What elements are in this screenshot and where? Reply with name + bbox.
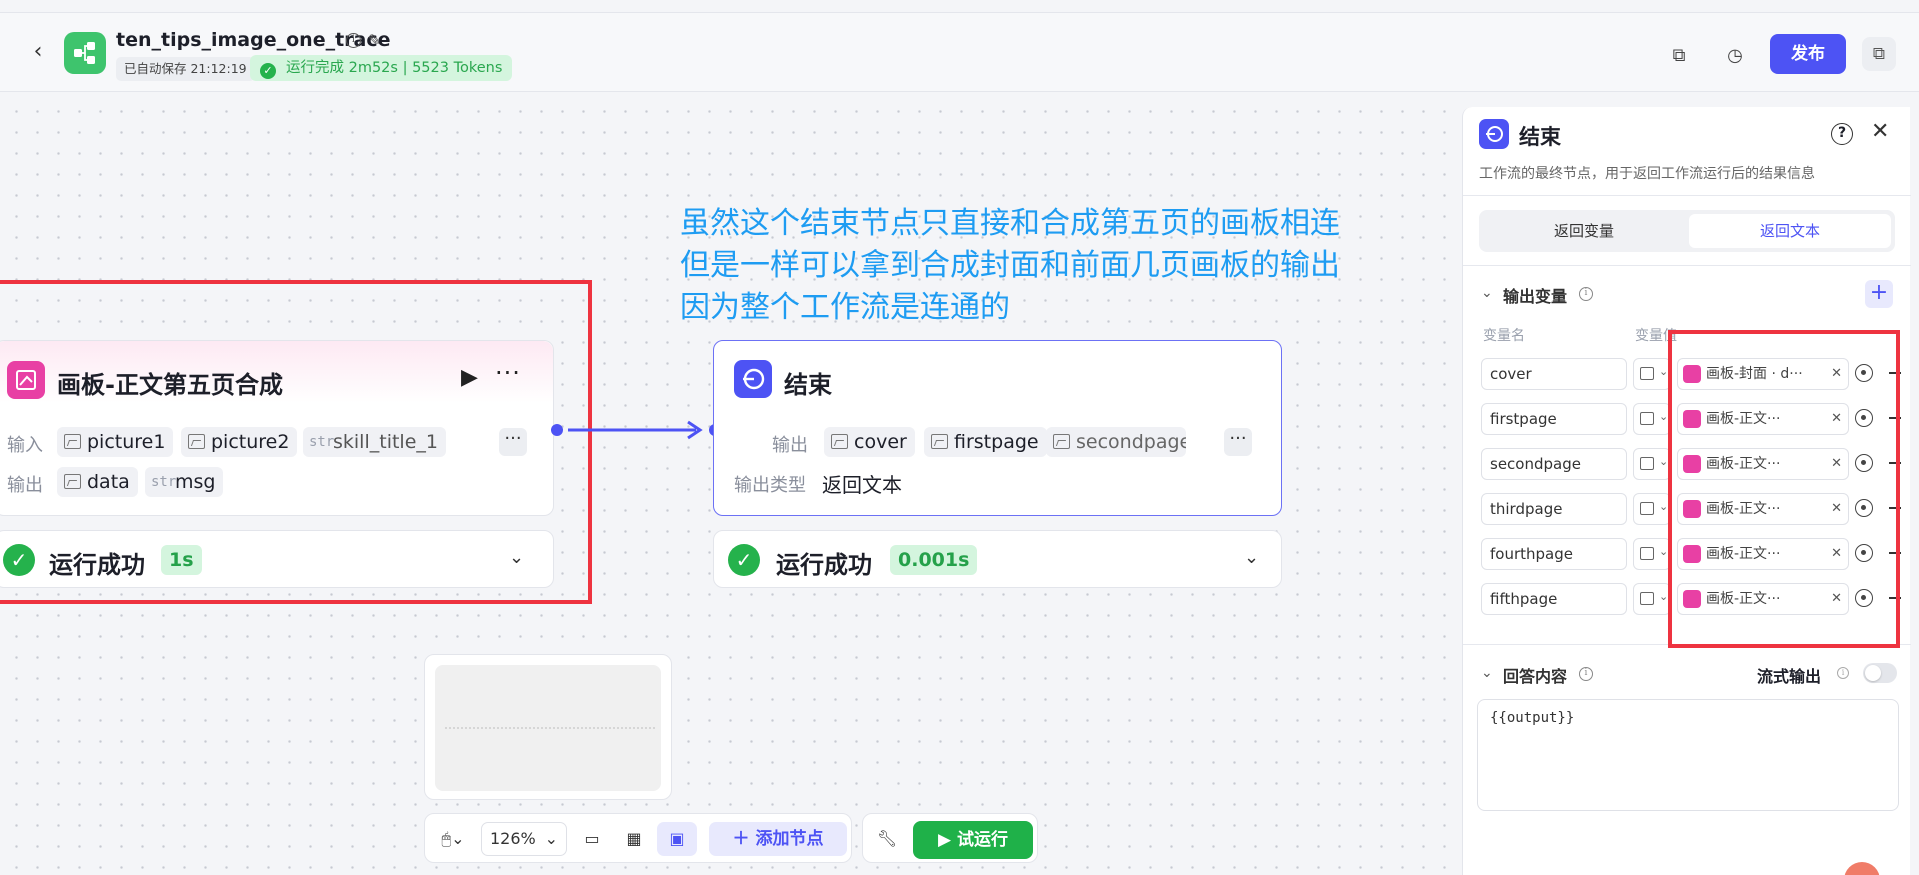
variable-name-input[interactable]: firstpage	[1481, 403, 1627, 435]
tab-return-text[interactable]: 返回文本	[1689, 214, 1891, 248]
output-type-value: 返回文本	[822, 473, 902, 497]
end-node[interactable]: 结束 输出 cover firstpage secondpage ··· 输出类…	[713, 340, 1282, 516]
end-node-icon	[734, 360, 772, 398]
chevron-down-icon[interactable]: ⌄	[1481, 665, 1493, 681]
chevron-down-icon[interactable]: ⌄	[1244, 547, 1262, 568]
zoom-select[interactable]: 126% ⌄	[481, 822, 567, 856]
check-icon: ✓	[260, 63, 276, 79]
wrench-icon[interactable]: 🔧︎	[871, 822, 903, 856]
output-chip: cover	[824, 427, 915, 457]
chevron-down-icon: ⌄	[1659, 365, 1669, 378]
node-connector	[551, 420, 718, 440]
chevron-down-icon: ⌄	[1659, 590, 1669, 603]
image-icon	[1640, 547, 1654, 560]
back-arrow-icon[interactable]: ‹	[26, 41, 50, 65]
info-icon[interactable]: i	[346, 33, 361, 48]
image-icon	[1640, 502, 1654, 515]
comment-icon[interactable]: ▭	[577, 822, 607, 856]
layout-icon[interactable]: ⧉	[1862, 37, 1896, 71]
run-status-badge[interactable]: ✓ 运行完成 2m52s | 5523 Tokens	[250, 55, 513, 81]
mouse-mode-icon[interactable]: 🖱︎⌄	[435, 822, 471, 856]
more-outputs-icon[interactable]: ···	[1224, 428, 1252, 456]
variable-type-select[interactable]: ⌄	[1633, 448, 1671, 480]
output-chip: firstpage	[924, 427, 1047, 457]
publish-button[interactable]: 发布	[1770, 34, 1846, 74]
annotation-text: 虽然这个结束节点只直接和合成第五页的画板相连 但是一样可以拿到合成封面和前面几页…	[680, 206, 1340, 325]
chevron-down-icon: ⌄	[544, 829, 558, 848]
variable-type-select[interactable]: ⌄	[1633, 358, 1671, 390]
return-mode-tabs: 返回变量 返回文本	[1479, 210, 1895, 252]
output-label: 输出	[772, 435, 808, 456]
end-node-title: 结束	[784, 371, 832, 399]
image-icon	[1053, 434, 1070, 449]
run-toolbar: 🔧︎ ▶ 试运行	[862, 813, 1038, 863]
variable-name-input[interactable]: thirdpage	[1481, 493, 1627, 525]
copy-icon[interactable]: ⧉	[1668, 45, 1690, 67]
variable-name-input[interactable]: secondpage	[1481, 448, 1627, 480]
end-node-icon	[1479, 119, 1509, 149]
variable-type-select[interactable]: ⌄	[1633, 583, 1671, 615]
history-icon[interactable]: ◷	[1724, 45, 1746, 67]
variable-name-input[interactable]: fifthpage	[1481, 583, 1627, 615]
close-icon[interactable]: ✕	[1871, 119, 1889, 144]
variable-name-input[interactable]: cover	[1481, 358, 1627, 390]
image-icon	[931, 434, 948, 449]
image-icon	[1640, 457, 1654, 470]
run-status-text: 运行完成 2m52s | 5523 Tokens	[286, 60, 503, 76]
image-icon	[1640, 592, 1654, 605]
edit-icon[interactable]: ✎	[368, 31, 381, 49]
highlight-box-left	[0, 280, 592, 604]
chevron-down-icon[interactable]: ⌄	[1481, 285, 1493, 301]
variable-name-input[interactable]: fourthpage	[1481, 538, 1627, 570]
tab-return-variables[interactable]: 返回变量	[1483, 214, 1685, 248]
canvas-toolbar: 🖱︎⌄ 126% ⌄ ▭ ▦ ▣ ＋ 添加节点	[424, 813, 852, 863]
highlight-box-right	[1668, 330, 1900, 648]
success-check-icon: ✓	[728, 544, 760, 576]
help-icon[interactable]: ?	[1831, 123, 1853, 145]
top-bar: ‹ ten_tips_image_one_trace i ✎ 已自动保存 21:…	[0, 12, 1919, 92]
workflow-app-icon	[64, 32, 106, 74]
panel-description: 工作流的最终节点，用于返回工作流运行后的结果信息	[1479, 166, 1815, 182]
panel-title: 结束	[1519, 125, 1561, 149]
grid-layout-icon[interactable]: ▦	[619, 822, 649, 856]
duration-badge: 0.001s	[890, 545, 978, 575]
info-icon[interactable]: i	[1837, 667, 1849, 679]
autosave-badge: 已自动保存 21:12:19	[116, 57, 255, 81]
output-chip: secondpage	[1046, 427, 1186, 457]
stream-output-toggle[interactable]	[1863, 663, 1897, 683]
answer-content-editor[interactable]: {{output}}	[1477, 699, 1899, 811]
add-node-button[interactable]: ＋ 添加节点	[709, 822, 847, 856]
minimap-toggle-icon[interactable]: ▣	[657, 822, 697, 856]
chevron-down-icon: ⌄	[1659, 455, 1669, 468]
chevron-down-icon: ⌄	[1659, 500, 1669, 513]
image-icon	[1640, 367, 1654, 380]
image-icon	[831, 434, 848, 449]
chevron-down-icon: ⌄	[1659, 545, 1669, 558]
stream-output-label: 流式输出	[1757, 667, 1822, 686]
end-run-status[interactable]: ✓ 运行成功 0.001s ⌄	[713, 530, 1282, 588]
variable-type-select[interactable]: ⌄	[1633, 538, 1671, 570]
answer-content-title: 回答内容	[1503, 667, 1568, 686]
variable-type-select[interactable]: ⌄	[1633, 403, 1671, 435]
variable-type-select[interactable]: ⌄	[1633, 493, 1671, 525]
chevron-down-icon: ⌄	[1659, 410, 1669, 423]
output-type-label: 输出类型	[734, 475, 806, 496]
status-text: 运行成功	[776, 551, 872, 579]
info-icon[interactable]: i	[1579, 667, 1593, 681]
minimap[interactable]	[424, 654, 672, 800]
col-header-name: 变量名	[1483, 328, 1525, 344]
add-variable-button[interactable]: +	[1865, 280, 1893, 308]
output-vars-title: 输出变量	[1503, 287, 1568, 306]
test-run-button[interactable]: ▶ 试运行	[913, 821, 1033, 859]
info-icon[interactable]: i	[1579, 287, 1593, 301]
image-icon	[1640, 412, 1654, 425]
